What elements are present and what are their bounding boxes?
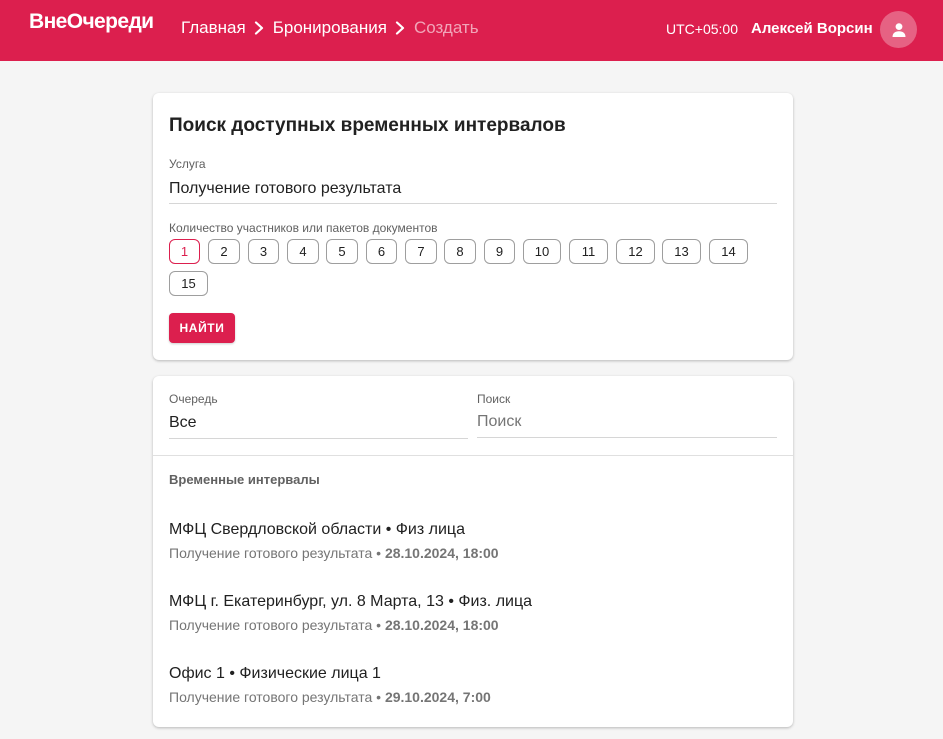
search-form-card: Поиск доступных временных интервалов Усл…	[153, 93, 793, 360]
slot-subtitle: Получение готового результата • 28.10.20…	[169, 545, 499, 561]
participants-chip-15[interactable]: 15	[169, 271, 208, 296]
list-item[interactable]: Офис 1 • Физические лица 1 Получение гот…	[169, 665, 491, 705]
slot-title: МФЦ г. Екатеринбург, ул. 8 Марта, 13 • Ф…	[169, 593, 533, 610]
chevron-right-icon	[253, 21, 265, 35]
search-field-label: Поиск	[477, 392, 511, 406]
find-button[interactable]: НАЙТИ	[169, 313, 235, 343]
breadcrumb-create: Создать	[413, 18, 479, 37]
slot-title: Офис 1 • Физические лица 1	[169, 665, 381, 682]
participants-chip-6[interactable]: 6	[366, 239, 397, 264]
participants-chip-2[interactable]: 2	[208, 239, 240, 264]
participants-chip-13[interactable]: 13	[662, 239, 701, 264]
slot-datetime: 28.10.2024, 18:00	[384, 545, 499, 561]
app-bar: ВнеОчереди Главная Бронирования Создать …	[0, 0, 943, 61]
queue-select[interactable]: Все	[169, 414, 197, 432]
slot-subtitle: Получение готового результата • 29.10.20…	[169, 689, 491, 705]
list-item[interactable]: МФЦ Свердловской области • Физ лица Полу…	[169, 521, 499, 561]
queue-field-label: Очередь	[169, 392, 218, 406]
participants-chip-12[interactable]: 12	[616, 239, 655, 264]
service-field-underline	[169, 203, 777, 204]
participants-chip-5[interactable]: 5	[326, 239, 358, 264]
breadcrumb-home[interactable]: Главная	[181, 18, 246, 38]
participants-chip-1[interactable]: 1	[169, 239, 200, 264]
results-card: Очередь Все Поиск Поиск Временные интерв…	[153, 376, 793, 727]
search-input[interactable]: Поиск	[477, 413, 521, 431]
user-name[interactable]: Алексей Ворсин	[751, 20, 873, 37]
section-title-time-slots: Временные интервалы	[169, 472, 320, 487]
search-field-underline	[477, 437, 777, 438]
participants-chip-3[interactable]: 3	[248, 239, 279, 264]
participants-chip-11[interactable]: 11	[569, 239, 608, 264]
breadcrumb-bookings[interactable]: Бронирования	[273, 18, 387, 38]
timezone-label[interactable]: UTC+05:00	[666, 21, 738, 37]
service-select[interactable]: Получение готового результата	[169, 180, 401, 198]
participants-chip-10[interactable]: 10	[523, 239, 561, 264]
page-title: Поиск доступных временных интервалов	[169, 115, 566, 136]
participants-label: Количество участников или пакетов докуме…	[169, 221, 438, 235]
queue-field-underline	[169, 438, 468, 439]
logo[interactable]: ВнеОчереди	[29, 10, 154, 34]
slot-datetime: 28.10.2024, 18:00	[384, 617, 499, 633]
list-item[interactable]: МФЦ г. Екатеринбург, ул. 8 Марта, 13 • Ф…	[169, 593, 532, 633]
service-field-label: Услуга	[169, 157, 206, 171]
participants-chip-7[interactable]: 7	[405, 239, 437, 264]
slot-datetime: 29.10.2024, 7:00	[384, 689, 491, 705]
participants-chip-8[interactable]: 8	[444, 239, 476, 264]
divider	[153, 455, 793, 456]
slot-subtitle: Получение готового результата • 28.10.20…	[169, 617, 499, 633]
slot-title: МФЦ Свердловской области • Физ лица	[169, 521, 465, 538]
user-icon	[892, 22, 905, 37]
participants-chip-9[interactable]: 9	[484, 239, 515, 264]
avatar[interactable]	[880, 11, 917, 48]
participants-chip-4[interactable]: 4	[287, 239, 319, 264]
participants-chip-14[interactable]: 14	[709, 239, 748, 264]
breadcrumb: Главная Бронирования Создать	[181, 18, 479, 38]
chevron-right-icon	[394, 21, 406, 35]
